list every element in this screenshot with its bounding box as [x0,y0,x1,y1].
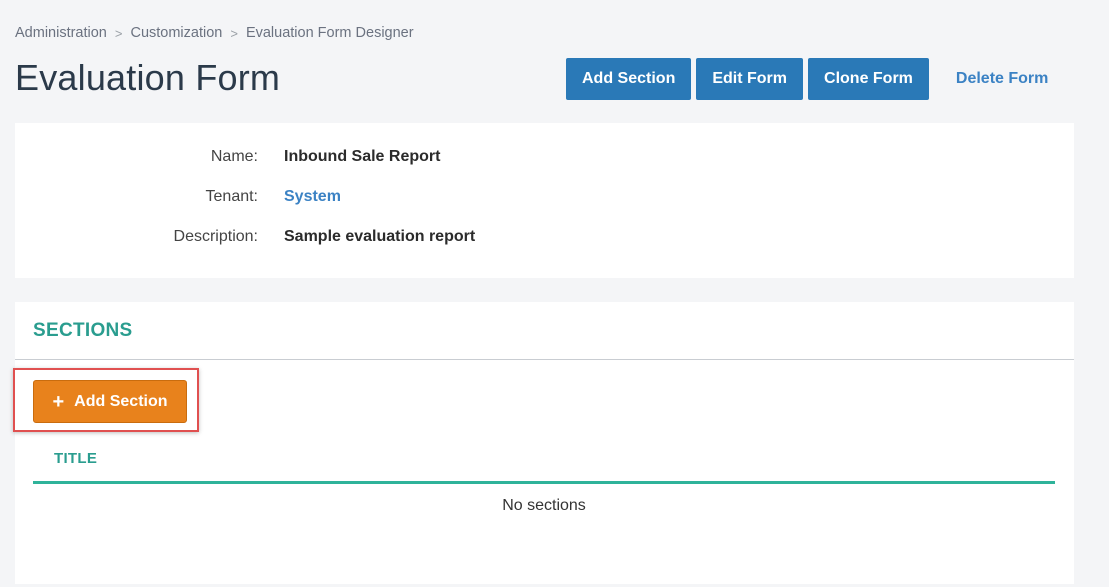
detail-row-description: Description: Sample evaluation report [15,228,1074,248]
breadcrumb-separator-icon: > [230,25,238,41]
clone-form-button[interactable]: Clone Form [808,58,929,100]
breadcrumb-separator-icon: > [114,25,123,41]
sections-table-header: TITLE [33,442,1055,484]
column-header-title[interactable]: TITLE [54,450,97,467]
plus-icon: + [52,390,65,413]
add-section-button[interactable]: Add Section [566,58,692,100]
breadcrumb-item-administration[interactable]: Administration [15,25,107,41]
tenant-link[interactable]: System [284,188,341,206]
breadcrumb-item-current: Evaluation Form Designer [245,25,414,41]
description-label: Description: [173,228,258,245]
breadcrumb-item-customization[interactable]: Customization [130,25,222,41]
sections-divider [15,359,1074,360]
delete-form-link[interactable]: Delete Form [950,58,1054,100]
breadcrumb: Administration > Customization > Evaluat… [15,25,414,41]
add-section-orange-button[interactable]: + Add Section [33,380,187,423]
tenant-label: Tenant: [205,188,258,205]
add-section-label: Add Section [74,392,168,410]
sections-card: SECTIONS + Add Section TITLE No sections [13,302,1074,584]
form-details-card: Name: Inbound Sale Report Tenant: System… [15,123,1074,278]
description-value: Sample evaluation report [284,228,476,245]
detail-row-name: Name: Inbound Sale Report [15,148,1074,168]
sections-heading: SECTIONS [33,320,133,341]
name-label: Name: [210,148,258,165]
page-title: Evaluation Form [15,57,281,98]
empty-state-message: No sections [502,497,586,514]
name-value: Inbound Sale Report [284,148,441,165]
edit-form-button[interactable]: Edit Form [696,58,804,100]
detail-row-tenant: Tenant: System [15,188,1074,208]
header-actions: Add Section Edit Form Clone Form Delete … [566,58,1054,100]
